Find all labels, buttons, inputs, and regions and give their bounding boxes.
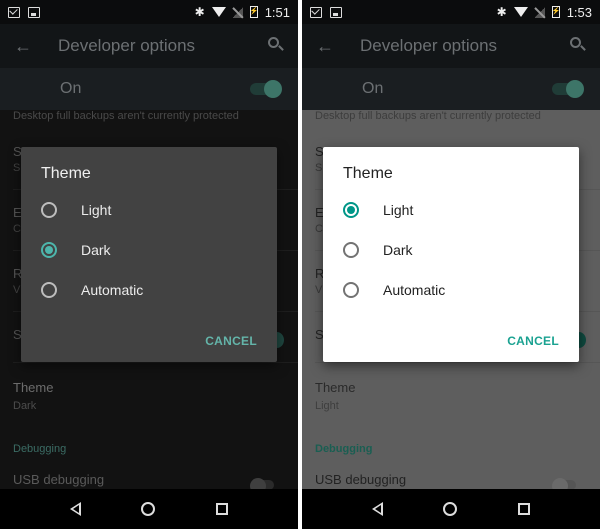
navigation-bar — [0, 489, 298, 529]
recents-icon[interactable] — [517, 503, 530, 515]
list-item-subtitle: S — [13, 162, 21, 174]
cancel-button[interactable]: CANCEL — [205, 334, 257, 348]
theme-option-light[interactable]: Light — [343, 195, 563, 225]
theme-preference-title: Theme — [315, 380, 356, 395]
home-icon[interactable] — [141, 502, 156, 516]
no-signal-icon — [232, 6, 243, 18]
radio-button[interactable] — [343, 242, 359, 258]
no-signal-icon — [534, 6, 545, 18]
page-title: Developer options — [360, 36, 498, 55]
usb-debugging-label[interactable]: USB debugging — [315, 472, 406, 487]
radio-button[interactable] — [343, 282, 359, 298]
list-item-subtitle: V — [315, 284, 323, 296]
mail-notification-icon — [8, 6, 20, 18]
option-label: Dark — [383, 242, 413, 258]
theme-option-light[interactable]: Light — [41, 195, 261, 225]
home-icon[interactable] — [443, 502, 458, 516]
dialog-title: Theme — [343, 165, 393, 182]
theme-option-dark[interactable]: Dark — [343, 235, 563, 265]
usb-debugging-label[interactable]: USB debugging — [13, 472, 104, 487]
battery-charging-icon — [551, 6, 560, 18]
search-icon[interactable] — [258, 26, 298, 66]
image-notification-icon — [28, 6, 40, 18]
theme-preference[interactable]: Theme Dark — [13, 380, 53, 412]
radio-button[interactable] — [41, 202, 57, 218]
backup-warning-text: Desktop full backups aren't currently pr… — [315, 110, 541, 122]
master-switch-bar[interactable]: On — [0, 68, 298, 110]
theme-dialog: Theme Light Dark Automatic CANCEL — [21, 147, 277, 362]
mail-notification-icon — [310, 6, 322, 18]
navigation-bar — [302, 489, 600, 529]
radio-button[interactable] — [41, 242, 57, 258]
theme-dialog: Theme Light Dark Automatic CANCEL — [323, 147, 579, 362]
wifi-icon — [211, 7, 226, 17]
recents-icon[interactable] — [215, 503, 228, 515]
wifi-icon — [513, 7, 528, 17]
option-label: Dark — [81, 242, 111, 258]
category-header-debugging: Debugging — [315, 443, 373, 455]
status-bar: ✱ 1:51 — [0, 0, 298, 24]
backup-warning-text: Desktop full backups aren't currently pr… — [13, 110, 239, 122]
list-item-subtitle: C — [315, 223, 323, 235]
master-toggle[interactable] — [552, 80, 584, 98]
master-switch-bar[interactable]: On — [302, 68, 600, 110]
dialog-title: Theme — [41, 165, 91, 182]
toolbar: ← Developer options — [0, 24, 298, 68]
theme-option-dark[interactable]: Dark — [41, 235, 261, 265]
option-label: Automatic — [383, 282, 446, 298]
image-notification-icon — [330, 6, 342, 18]
option-label: Light — [81, 202, 112, 218]
back-icon[interactable] — [70, 502, 82, 516]
status-bar: ✱ 1:53 — [302, 0, 600, 24]
master-toggle[interactable] — [250, 80, 282, 98]
theme-preference[interactable]: Theme Light — [315, 380, 355, 412]
clock: 1:51 — [264, 4, 290, 20]
radio-button[interactable] — [41, 282, 57, 298]
clock: 1:53 — [566, 4, 592, 20]
arrow-back-icon[interactable]: ← — [0, 36, 44, 57]
bluetooth-icon: ✱ — [194, 5, 205, 19]
theme-preference-value: Light — [315, 400, 339, 412]
back-icon[interactable] — [372, 502, 384, 516]
theme-option-automatic[interactable]: Automatic — [41, 275, 261, 305]
master-switch-label: On — [60, 80, 82, 97]
cancel-button[interactable]: CANCEL — [507, 334, 559, 348]
master-switch-label: On — [362, 80, 384, 97]
toolbar: ← Developer options — [302, 24, 600, 68]
category-header-debugging: Debugging — [13, 443, 67, 455]
phone-screen-light: ✱ 1:53 ← Developer options On Desktop fu… — [302, 0, 600, 529]
battery-charging-icon — [249, 6, 258, 18]
theme-preference-value: Dark — [13, 400, 37, 412]
search-icon[interactable] — [560, 26, 600, 66]
radio-button[interactable] — [343, 202, 359, 218]
list-item-subtitle: C — [13, 223, 21, 235]
arrow-back-icon[interactable]: ← — [302, 36, 346, 57]
theme-preference-title: Theme — [13, 380, 54, 395]
page-title: Developer options — [58, 36, 196, 55]
phone-screen-dark: ✱ 1:51 ← Developer options On Desktop fu… — [0, 0, 298, 529]
list-item-subtitle: V — [13, 284, 21, 296]
list-item-subtitle: S — [315, 162, 323, 174]
option-label: Light — [383, 202, 414, 218]
option-label: Automatic — [81, 282, 144, 298]
theme-option-automatic[interactable]: Automatic — [343, 275, 563, 305]
bluetooth-icon: ✱ — [496, 5, 507, 19]
